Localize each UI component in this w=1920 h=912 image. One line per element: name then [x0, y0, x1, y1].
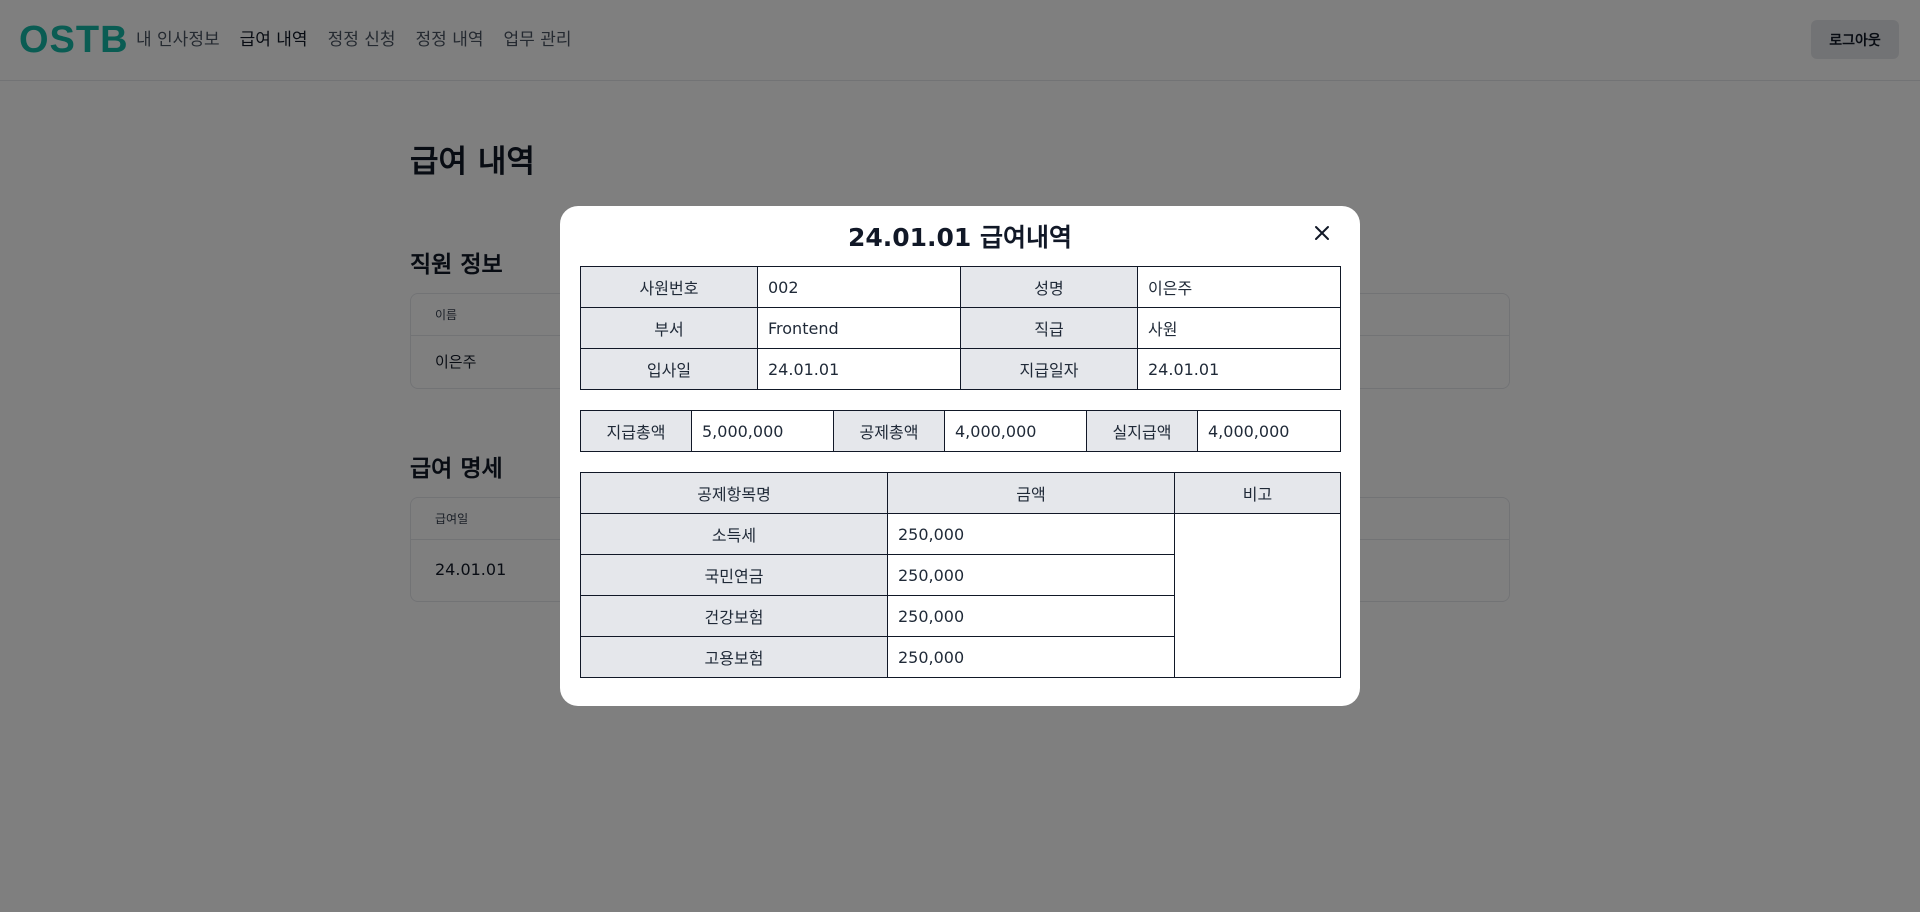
note-header: 비고: [1174, 472, 1341, 514]
totals-table: 지급총액 5,000,000 공제총액 4,000,000 실지급액 4,000…: [580, 410, 1341, 452]
note-cell: [1174, 513, 1341, 678]
payslip-modal: 24.01.01 급여내역 사원번호 002 성명 이은주 부서 Fronten…: [560, 206, 1360, 706]
deductions-table: 공제항목명 금액 비고 소득세 250,000 국민연금 250,000 건강보…: [580, 472, 1341, 678]
position-value: 사원: [1137, 307, 1341, 349]
close-button[interactable]: [1310, 221, 1334, 245]
join-date-value: 24.01.01: [757, 348, 961, 390]
close-icon: [1315, 226, 1329, 240]
deduction-total-value: 4,000,000: [944, 410, 1087, 452]
emp-no-value: 002: [757, 266, 961, 308]
position-label: 직급: [960, 307, 1138, 349]
pay-date-label: 지급일자: [960, 348, 1138, 390]
deduction-name: 국민연금: [580, 554, 888, 596]
pay-date-value: 24.01.01: [1137, 348, 1341, 390]
deduction-name: 소득세: [580, 513, 888, 555]
dept-value: Frontend: [757, 307, 961, 349]
dept-label: 부서: [580, 307, 758, 349]
employee-info-table: 사원번호 002 성명 이은주 부서 Frontend 직급 사원 입사일 24…: [580, 266, 1341, 390]
deduction-amount: 250,000: [887, 513, 1175, 555]
emp-no-label: 사원번호: [580, 266, 758, 308]
deduction-item-header: 공제항목명: [580, 472, 888, 514]
net-pay-value: 4,000,000: [1197, 410, 1341, 452]
name-label: 성명: [960, 266, 1138, 308]
deduction-name: 고용보험: [580, 636, 888, 678]
net-pay-label: 실지급액: [1086, 410, 1198, 452]
table-row: 소득세 250,000: [580, 513, 1341, 678]
deduction-name: 건강보험: [580, 595, 888, 637]
deduction-amount: 250,000: [887, 554, 1175, 596]
gross-total-value: 5,000,000: [691, 410, 834, 452]
deduction-amount: 250,000: [887, 595, 1175, 637]
modal-title: 24.01.01 급여내역: [847, 223, 1073, 252]
amount-header: 금액: [887, 472, 1175, 514]
join-date-label: 입사일: [580, 348, 758, 390]
name-value: 이은주: [1137, 266, 1341, 308]
deduction-total-label: 공제총액: [833, 410, 945, 452]
deduction-amount: 250,000: [887, 636, 1175, 678]
gross-total-label: 지급총액: [580, 410, 692, 452]
